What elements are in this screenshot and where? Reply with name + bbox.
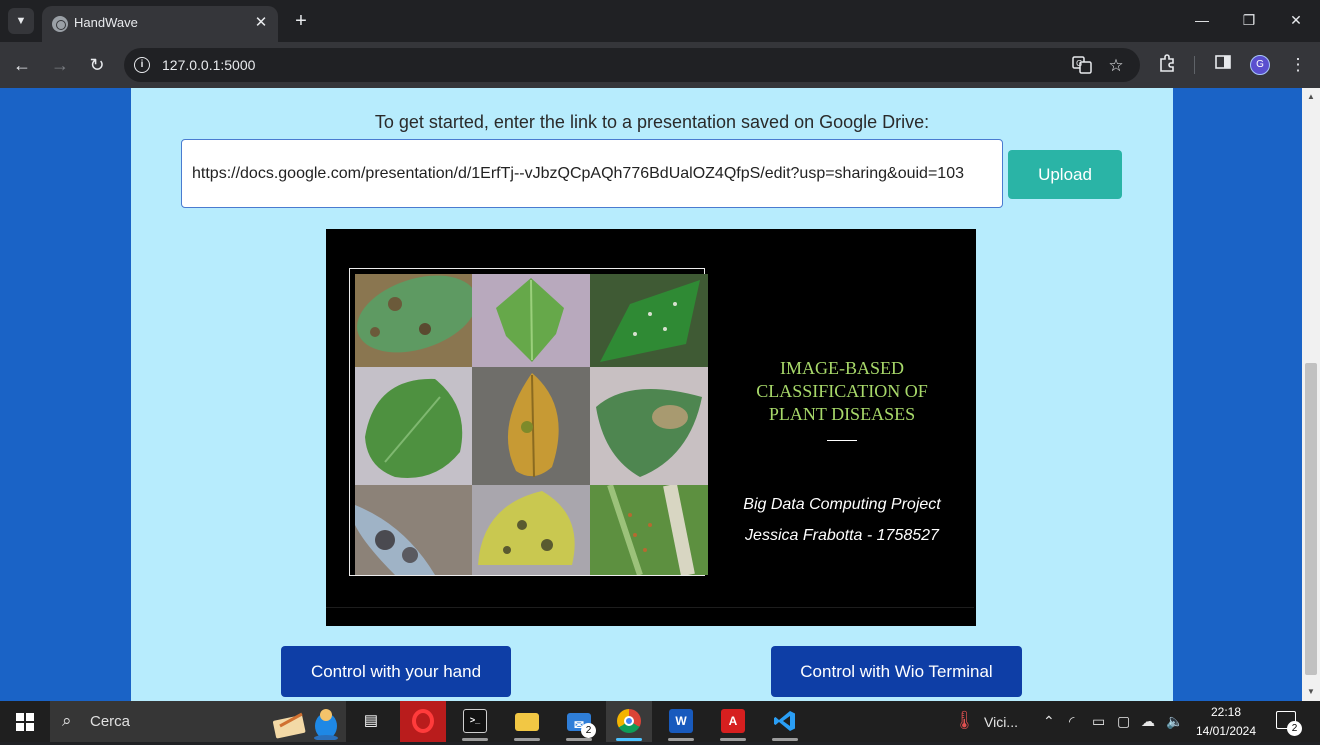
leaf-image-4 [355,367,472,485]
slide-title-line-2: CLASSIFICATION OF [756,381,928,401]
leaf-image-1 [355,274,472,367]
acrobat-reader-icon[interactable]: A [710,701,756,742]
chrome-active-indicator [616,738,642,741]
weather-thermometer-icon[interactable]: 🌡 [953,710,976,731]
onedrive-cloud-icon[interactable]: ☁ [1141,713,1155,730]
menu-kebab-icon[interactable]: ⋮ [1286,53,1310,77]
tab-title: HandWave [74,15,138,30]
slide-bottom-divider [326,607,974,608]
control-with-wio-terminal-button[interactable]: Control with Wio Terminal [771,646,1022,697]
tab-strip: ▼ HandWave ✕ + — ❐ ✕ [0,0,1320,42]
weather-text[interactable]: Vici... [984,714,1018,730]
battery-icon[interactable]: ▭ [1092,713,1105,730]
search-icon: ⌕ [62,711,72,730]
toolbar-separator [1194,56,1195,74]
mail-icon[interactable]: ✉ 2 [556,701,602,742]
upload-button[interactable]: Upload [1008,150,1122,199]
content-panel: To get started, enter the link to a pres… [131,88,1173,701]
terminal-running-indicator [462,738,488,741]
task-view-icon[interactable]: ▤ [348,701,394,742]
reload-icon[interactable]: ↻ [85,53,109,77]
tab-search-chevron-icon[interactable]: ▼ [8,8,34,34]
slide-title: IMAGE-BASED CLASSIFICATION OF PLANT DISE… [726,357,958,426]
file-explorer-folder-icon[interactable] [504,701,550,742]
site-info-icon[interactable]: i [134,57,150,73]
forward-arrow-icon[interactable]: → [48,53,72,77]
leaf-image-7 [355,485,472,575]
notification-badge: 2 [1287,721,1302,736]
globe-favicon-icon [52,16,68,32]
leaf-image-3 [590,274,708,367]
mail-running-indicator [566,738,592,741]
page-viewport: To get started, enter the link to a pres… [0,88,1302,701]
presentation-slide-preview: IMAGE-BASED CLASSIFICATION OF PLANT DISE… [326,229,976,626]
explorer-running-indicator [514,738,540,741]
slide-subtitle: Big Data Computing Project [743,496,941,513]
presentation-link-input[interactable] [181,139,1003,208]
slide-title-line-1: IMAGE-BASED [780,358,904,378]
network-icon[interactable]: ◜ [1069,713,1074,730]
scroll-down-arrow-icon[interactable]: ▼ [1302,685,1320,699]
address-bar[interactable]: i 127.0.0.1:5000 G ☆ [124,48,1140,82]
volume-icon[interactable]: 🔈 [1166,713,1183,730]
side-panel-icon[interactable] [1211,53,1235,77]
search-highlight-illustration-icon [268,704,342,741]
scrollbar-thumb[interactable] [1305,363,1317,675]
leaf-image-9 [590,485,708,575]
chrome-icon[interactable] [606,701,652,742]
browser-tab[interactable]: HandWave ✕ [42,6,278,42]
clock-date[interactable]: 14/01/2024 [1190,724,1262,738]
vscode-icon[interactable] [762,701,808,742]
leaf-image-5 [472,367,590,485]
acrobat-running-indicator [720,738,746,741]
profile-avatar[interactable]: G [1250,55,1270,75]
restore-window-icon[interactable]: ❐ [1237,10,1261,30]
taskbar-search-text: Cerca [90,713,131,730]
instructions-text: To get started, enter the link to a pres… [374,112,930,132]
extensions-puzzle-icon[interactable] [1156,53,1180,77]
slide-author: Jessica Frabotta - 1758527 [745,527,939,544]
taskbar-search-box[interactable]: ⌕ Cerca [50,701,346,742]
control-with-hand-button[interactable]: Control with your hand [281,646,511,697]
terminal-icon[interactable]: >_ [452,701,498,742]
word-running-indicator [668,738,694,741]
browser-toolbar: ← → ↻ i 127.0.0.1:5000 G ☆ G ⋮ [0,42,1320,88]
scroll-up-arrow-icon[interactable]: ▲ [1302,90,1320,104]
windows-taskbar: ⌕ Cerca ▤ >_ ✉ 2 W A 🌡 Vici... ⌃ ◜ ▭ ▢ ☁… [0,701,1320,742]
page-scrollbar[interactable]: ▲ ▼ [1302,88,1320,701]
plant-leaves-collage-image [349,268,708,576]
clock-time[interactable]: 22:18 [1203,705,1249,719]
mail-badge: 2 [581,723,596,738]
meet-now-icon[interactable]: ▢ [1117,713,1130,730]
leaf-image-2 [472,274,590,367]
close-window-icon[interactable]: ✕ [1284,10,1308,30]
leaf-image-8 [472,485,590,575]
back-arrow-icon[interactable]: ← [10,53,34,77]
tab-close-icon[interactable]: ✕ [252,14,270,32]
show-hidden-icons-chevron-icon[interactable]: ⌃ [1043,713,1055,730]
slide-title-line-3: PLANT DISEASES [768,404,916,424]
new-tab-plus-icon[interactable]: + [290,10,312,32]
bookmark-star-icon[interactable]: ☆ [1105,55,1127,77]
leaf-image-6 [590,367,708,485]
minimize-icon[interactable]: — [1190,10,1214,30]
svg-text:G: G [1076,59,1082,68]
translate-icon[interactable]: G [1071,55,1093,77]
opera-browser-icon[interactable] [400,701,446,742]
slide-divider [827,440,857,441]
vscode-running-indicator [772,738,798,741]
windows-start-icon[interactable] [16,713,34,731]
url-text[interactable]: 127.0.0.1:5000 [162,57,255,73]
word-icon[interactable]: W [658,701,704,742]
